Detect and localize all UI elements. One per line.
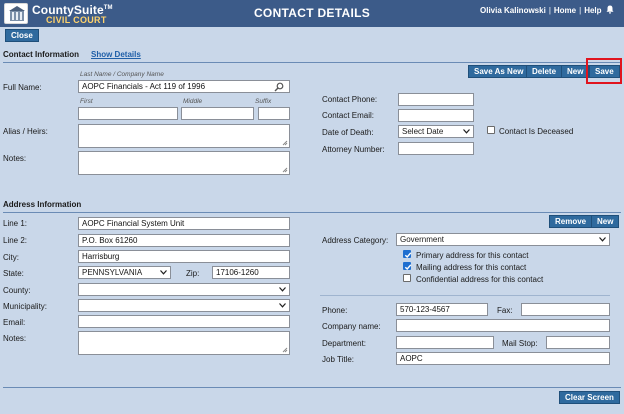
department-input[interactable] bbox=[396, 336, 494, 349]
job-title-label: Job Title: bbox=[322, 355, 355, 364]
section-divider bbox=[3, 212, 621, 213]
zip-label: Zip: bbox=[186, 269, 200, 278]
clear-screen-button[interactable]: Clear Screen bbox=[559, 391, 620, 404]
last-name-hint: Last Name / Company Name bbox=[80, 71, 164, 78]
suffix-hint: Suffix bbox=[255, 98, 272, 105]
attorney-number-input[interactable] bbox=[398, 142, 474, 155]
contact-notes-textarea[interactable] bbox=[78, 151, 290, 175]
county-label: County: bbox=[3, 286, 31, 295]
confidential-address-checkbox[interactable] bbox=[403, 274, 411, 282]
city-label: City: bbox=[3, 253, 19, 262]
fax-label: Fax: bbox=[497, 306, 513, 315]
full-name-label: Full Name: bbox=[3, 83, 42, 92]
bell-icon[interactable] bbox=[606, 5, 614, 14]
resize-grip-icon[interactable] bbox=[282, 140, 288, 146]
user-name-link[interactable]: Olivia Kalinowski bbox=[480, 6, 546, 15]
middle-name-hint: Middle bbox=[183, 98, 203, 105]
address-notes-textarea[interactable] bbox=[78, 331, 290, 355]
middle-name-input[interactable] bbox=[181, 107, 254, 120]
mail-stop-label: Mail Stop: bbox=[502, 339, 538, 348]
resize-grip-icon[interactable] bbox=[282, 347, 288, 353]
check-icon bbox=[404, 264, 412, 271]
address-notes-label: Notes: bbox=[3, 334, 27, 343]
contact-section-title: Contact Information bbox=[3, 50, 79, 59]
line1-input[interactable]: AOPC Financial System Unit bbox=[78, 217, 290, 230]
company-name-input[interactable] bbox=[396, 319, 610, 332]
home-link[interactable]: Home bbox=[554, 6, 576, 15]
suffix-input[interactable] bbox=[258, 107, 290, 120]
chevron-down-icon bbox=[160, 270, 167, 275]
company-name-label: Company name: bbox=[322, 322, 381, 331]
last-name-input[interactable]: AOPC Financials - Act 119 of 1996 bbox=[78, 80, 290, 93]
first-name-hint: First bbox=[80, 98, 93, 105]
save-as-new-button[interactable]: Save As New bbox=[468, 65, 530, 78]
date-of-death-select[interactable]: Select Date bbox=[398, 125, 474, 138]
job-title-input[interactable]: AOPC bbox=[396, 352, 610, 365]
zip-input[interactable]: 17106-1260 bbox=[212, 266, 290, 279]
department-label: Department: bbox=[322, 339, 367, 348]
alias-textarea[interactable] bbox=[78, 124, 290, 148]
chevron-down-icon bbox=[279, 287, 286, 292]
contact-phone-label: Contact Phone: bbox=[322, 95, 378, 104]
new-address-button[interactable]: New bbox=[591, 215, 620, 228]
date-of-death-label: Date of Death: bbox=[322, 128, 374, 137]
mail-stop-input[interactable] bbox=[546, 336, 610, 349]
state-value: PENNSYLVANIA bbox=[82, 268, 143, 277]
contact-email-input[interactable] bbox=[398, 109, 474, 122]
deceased-label: Contact Is Deceased bbox=[499, 127, 574, 136]
address-category-select[interactable]: Government bbox=[396, 233, 610, 246]
chevron-down-icon bbox=[463, 129, 470, 134]
alias-label: Alias / Heirs: bbox=[3, 127, 48, 136]
line2-label: Line 2: bbox=[3, 236, 28, 245]
contact-email-label: Contact Email: bbox=[322, 111, 375, 120]
contact-notes-label: Notes: bbox=[3, 154, 27, 163]
line2-input[interactable]: P.O. Box 61260 bbox=[78, 234, 290, 247]
save-highlight-box bbox=[586, 58, 622, 84]
address-email-input[interactable] bbox=[78, 315, 290, 328]
attorney-number-label: Attorney Number: bbox=[322, 145, 385, 154]
confidential-address-label: Confidential address for this contact bbox=[416, 275, 544, 284]
delete-button[interactable]: Delete bbox=[526, 65, 563, 78]
show-details-link[interactable]: Show Details bbox=[91, 50, 141, 59]
fax-input[interactable] bbox=[521, 303, 610, 316]
address-phone-label: Phone: bbox=[322, 306, 348, 315]
primary-address-checkbox[interactable] bbox=[403, 250, 412, 259]
address-email-label: Email: bbox=[3, 318, 26, 327]
municipality-label: Municipality: bbox=[3, 302, 48, 311]
close-button[interactable]: Close bbox=[5, 29, 39, 42]
line1-label: Line 1: bbox=[3, 219, 28, 228]
first-name-input[interactable] bbox=[78, 107, 178, 120]
city-input[interactable]: Harrisburg bbox=[78, 250, 290, 263]
municipality-select[interactable] bbox=[78, 299, 290, 312]
check-icon bbox=[404, 252, 412, 259]
primary-address-label: Primary address for this contact bbox=[416, 251, 529, 260]
chevron-down-icon bbox=[279, 303, 286, 308]
section-divider bbox=[3, 62, 621, 63]
date-of-death-value: Select Date bbox=[402, 127, 444, 136]
address-phone-input[interactable]: 570-123-4567 bbox=[396, 303, 488, 316]
county-select[interactable] bbox=[78, 283, 290, 296]
address-section-title: Address Information bbox=[3, 200, 82, 209]
address-category-label: Address Category: bbox=[322, 236, 389, 245]
contact-phone-input[interactable] bbox=[398, 93, 474, 106]
footer-divider bbox=[3, 387, 621, 388]
chevron-down-icon bbox=[599, 237, 606, 242]
address-subdivider bbox=[320, 295, 610, 296]
state-label: State: bbox=[3, 269, 24, 278]
mailing-address-label: Mailing address for this contact bbox=[416, 263, 527, 272]
remove-address-button[interactable]: Remove bbox=[549, 215, 593, 228]
resize-grip-icon[interactable] bbox=[282, 167, 288, 173]
help-link[interactable]: Help bbox=[584, 6, 601, 15]
mailing-address-checkbox[interactable] bbox=[403, 262, 412, 271]
deceased-checkbox[interactable] bbox=[487, 126, 495, 134]
search-icon[interactable] bbox=[274, 82, 284, 92]
state-select[interactable]: PENNSYLVANIA bbox=[78, 266, 171, 279]
address-category-value: Government bbox=[400, 235, 445, 244]
user-nav: Olivia Kalinowski | Home | Help bbox=[480, 5, 614, 15]
